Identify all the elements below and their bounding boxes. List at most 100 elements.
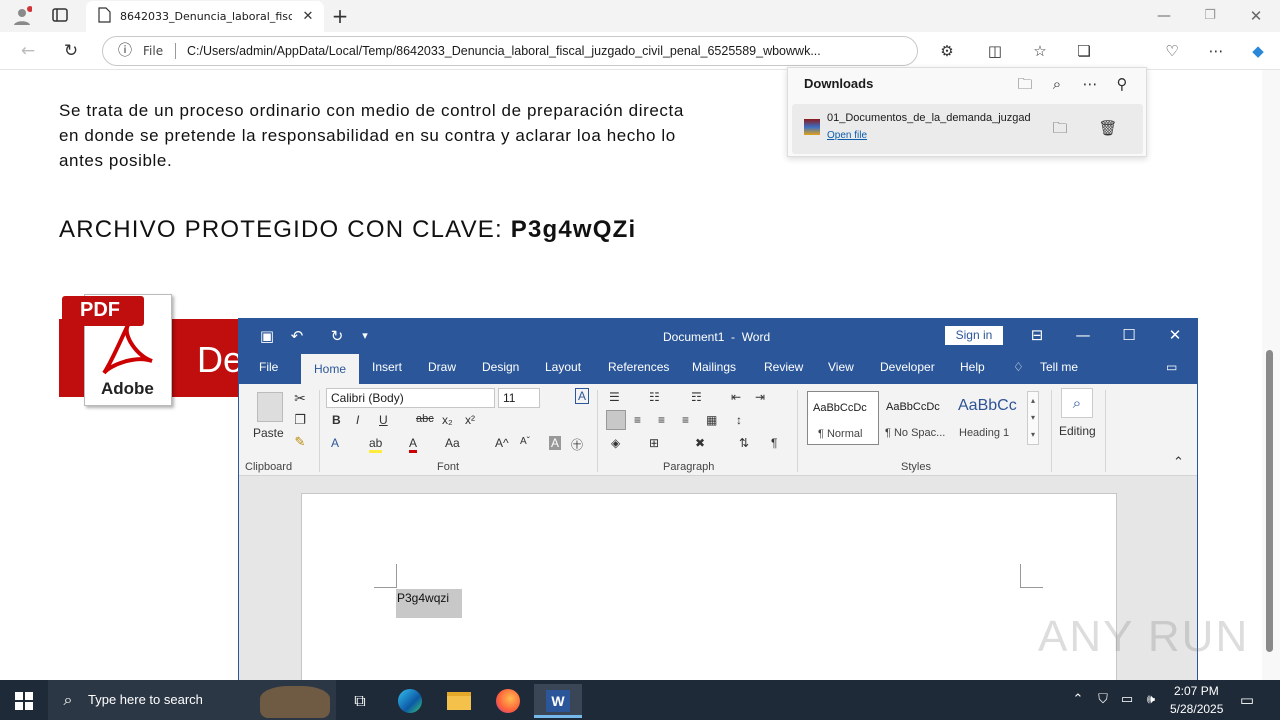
enclose-characters-icon[interactable]: ㊉ [571, 436, 583, 453]
firefox-icon[interactable] [486, 684, 530, 718]
style-no-spacing[interactable]: AaBbCcDc ¶ No Spac... [881, 391, 953, 445]
more-icon[interactable]: ⋯ [1206, 41, 1226, 61]
tab-home[interactable]: Home [301, 354, 359, 384]
pin-icon[interactable]: ⚲ [1112, 74, 1132, 94]
clock-date[interactable]: 5/28/2025 [1170, 702, 1223, 716]
back-icon[interactable]: ← [18, 41, 38, 61]
justify-icon[interactable]: ≡ [682, 413, 689, 427]
close-window-icon[interactable]: ✕ [1246, 6, 1266, 26]
format-painter-icon[interactable]: ✎ [290, 433, 310, 453]
word-close-icon[interactable]: ✕ [1165, 325, 1185, 345]
split-screen-icon[interactable]: ◫ [985, 41, 1005, 61]
clock-time[interactable]: 2:07 PM [1174, 684, 1219, 698]
browser-essentials-icon[interactable]: ♡ [1162, 41, 1182, 61]
word-minimize-icon[interactable]: — [1073, 325, 1093, 345]
font-name-box[interactable]: Calibri (Body) [326, 388, 495, 408]
italic-icon[interactable]: I [356, 413, 359, 427]
edge-icon[interactable] [388, 684, 432, 718]
strikethrough-icon[interactable]: abc [416, 413, 434, 425]
word-taskbar-icon[interactable]: W [534, 684, 582, 718]
text-box-icon[interactable]: A [575, 388, 590, 404]
styles-scroll[interactable]: ▴ ▾ ▾ [1027, 391, 1039, 445]
scrollbar-thumb[interactable] [1266, 350, 1273, 652]
document-text[interactable]: P3g4wqzi [397, 591, 449, 605]
find-icon[interactable]: ⌕ [1061, 388, 1093, 418]
decrease-indent-icon[interactable]: ⇤ [731, 390, 741, 404]
network-icon[interactable]: ▭ [1117, 690, 1137, 710]
paste-icon[interactable] [257, 392, 283, 422]
save-icon[interactable]: ▣ [257, 326, 277, 346]
tab-mailings[interactable]: Mailings [692, 360, 736, 374]
grow-font-icon[interactable]: A^ [495, 436, 509, 450]
tab-file[interactable]: File [259, 360, 278, 374]
browser-tab[interactable]: 8642033_Denuncia_laboral_fiscal_ ✕ [86, 1, 324, 32]
editing-button[interactable]: Editing [1059, 424, 1096, 438]
font-color-icon[interactable]: A [409, 436, 418, 453]
tab-insert[interactable]: Insert [372, 360, 402, 374]
tab-design[interactable]: Design [482, 360, 519, 374]
security-icon[interactable]: ⛉ [1093, 690, 1113, 710]
text-effects-icon[interactable]: A [331, 436, 339, 450]
info-icon[interactable]: ⓘ [115, 41, 135, 61]
word-maximize-icon[interactable]: ☐ [1119, 325, 1139, 345]
align-right-icon[interactable]: ≡ [658, 413, 665, 427]
file-explorer-icon[interactable] [437, 684, 481, 718]
delete-icon[interactable]: 🗑 [1098, 118, 1118, 138]
shrink-font-icon[interactable]: Aˇ [520, 436, 530, 447]
tab-review[interactable]: Review [764, 360, 803, 374]
open-folder-icon[interactable]: 🗀 [1015, 74, 1035, 94]
style-normal[interactable]: AaBbCcDc ¶ Normal [807, 391, 879, 445]
multilevel-list-icon[interactable]: ☶ [691, 390, 702, 404]
minimize-icon[interactable]: — [1154, 6, 1174, 26]
comments-icon[interactable]: ▭ [1166, 360, 1177, 374]
tab-references[interactable]: References [608, 360, 669, 374]
asian-layout-icon[interactable]: ✖ [695, 436, 705, 450]
collapse-ribbon-icon[interactable]: ⌃ [1173, 454, 1184, 470]
shading-icon[interactable]: ◈ [611, 436, 620, 450]
download-item[interactable]: 01_Documentos_de_la_demanda_juzgad Open … [792, 104, 1143, 154]
search-icon[interactable]: ⌕ [1047, 74, 1067, 94]
paste-button[interactable]: Paste [253, 426, 284, 440]
volume-icon[interactable]: 🕪 [1141, 690, 1161, 710]
ribbon-display-icon[interactable]: ⊟ [1027, 325, 1047, 345]
show-in-folder-icon[interactable]: 🗀 [1050, 118, 1070, 138]
close-tab-icon[interactable]: ✕ [298, 7, 318, 27]
sign-in-button[interactable]: Sign in [945, 326, 1003, 345]
open-file-link[interactable]: Open file [827, 130, 867, 141]
refresh-icon[interactable]: ↻ [61, 41, 81, 61]
line-spacing-icon[interactable]: ↕ [736, 413, 742, 427]
style-heading-1[interactable]: AaBbCc Heading 1 [955, 391, 1027, 445]
borders-icon[interactable]: ⊞ [649, 436, 659, 450]
document-page[interactable]: P3g4wqzi [301, 493, 1117, 683]
bold-icon[interactable]: B [332, 413, 341, 427]
character-shading-icon[interactable]: A [549, 436, 562, 450]
task-view-icon[interactable]: ⧉ [338, 684, 382, 718]
tab-developer[interactable]: Developer [880, 360, 935, 374]
redo-icon[interactable]: ↻ [327, 326, 347, 346]
new-tab-icon[interactable]: + [330, 6, 350, 26]
taskbar-search[interactable]: ⌕ Type here to search [48, 680, 336, 720]
tell-me-search[interactable]: Tell me [1040, 360, 1078, 374]
customize-qat-icon[interactable]: ▾ [355, 326, 375, 346]
subscript-icon[interactable]: x₂ [442, 413, 453, 427]
cut-icon[interactable]: ✂ [290, 389, 310, 409]
font-size-box[interactable]: 11 [498, 388, 540, 408]
start-icon[interactable] [2, 684, 46, 718]
sort-icon[interactable]: ⇅ [739, 436, 749, 450]
show-hidden-icons[interactable]: ⌃ [1068, 690, 1088, 710]
superscript-icon[interactable]: x² [465, 413, 475, 427]
underline-icon[interactable]: U [379, 413, 388, 427]
extensions-icon[interactable]: ⚙ [937, 41, 957, 61]
more-options-icon[interactable]: ⋯ [1080, 74, 1100, 94]
align-center-icon[interactable]: ≡ [634, 413, 641, 427]
show-formatting-icon[interactable]: ¶ [771, 436, 777, 450]
bullets-icon[interactable]: ☰ [609, 390, 620, 404]
undo-icon[interactable]: ↶ [287, 326, 307, 346]
address-bar[interactable]: ⓘ File C:/Users/admin/AppData/Local/Temp… [102, 36, 918, 66]
favorites-icon[interactable]: ☆ [1030, 41, 1050, 61]
numbering-icon[interactable]: ☷ [649, 390, 660, 404]
increase-indent-icon[interactable]: ⇥ [755, 390, 765, 404]
distributed-icon[interactable]: ▦ [706, 413, 717, 427]
copy-icon[interactable]: ❐ [290, 411, 310, 431]
notifications-icon[interactable]: ▭ [1237, 690, 1257, 710]
